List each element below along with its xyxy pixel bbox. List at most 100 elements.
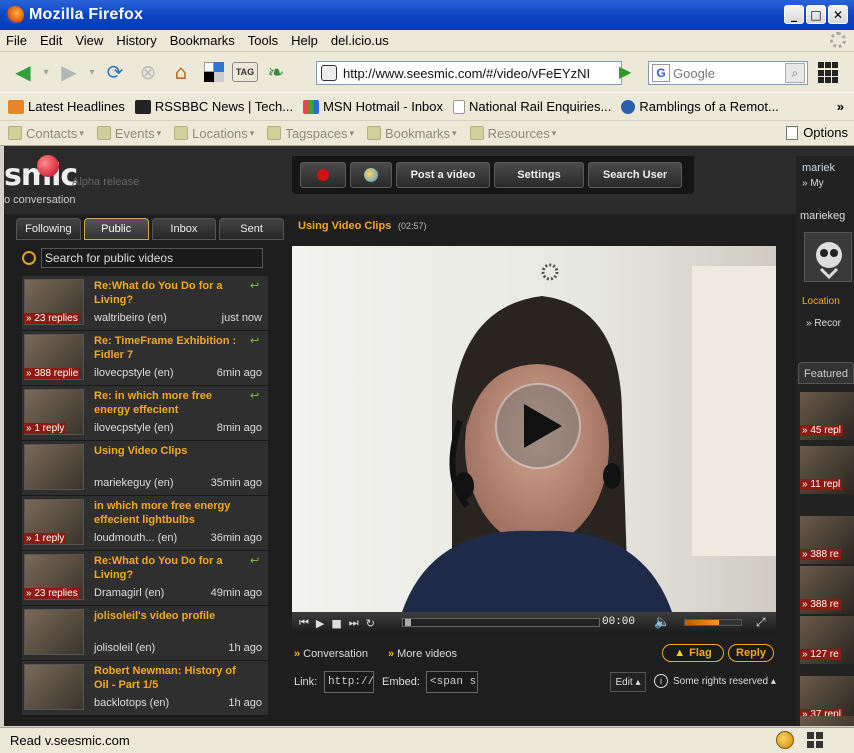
back-icon[interactable]: ◀ [8,57,38,87]
video-author[interactable]: backlotops (en) [94,697,169,709]
stop-icon[interactable]: ⊗ [133,57,163,87]
featured-item[interactable]: » 388 re [800,516,854,564]
bookmark-item[interactable]: RSSBBC News | Tech... [134,99,293,114]
more-videos-link[interactable]: » More videos [388,648,457,660]
video-author[interactable]: waltribeiro (en) [94,312,167,324]
menu-help[interactable]: Help [291,33,318,48]
edit-button[interactable]: Edit ▴ [610,672,646,692]
video-thumbnail[interactable] [24,444,84,490]
video-item-title[interactable]: Robert Newman: History of Oil - Part 1/5 [94,664,242,692]
reload-icon[interactable]: ⟳ [100,57,130,87]
bookmark-item[interactable]: Latest Headlines [8,99,125,114]
volume-icon[interactable]: 🔈 [654,615,670,630]
google-icon[interactable]: G [652,64,670,82]
leaf-icon[interactable]: ❧ [261,57,291,87]
featured-item[interactable]: » 11 repl [800,446,854,494]
video-list-item[interactable]: Robert Newman: History of Oil - Part 1/5… [22,661,268,716]
featured-item[interactable]: » 45 repl [800,392,854,440]
forward-dropdown-icon[interactable]: ▾ [87,57,97,87]
menu-file[interactable]: File [6,33,27,48]
replies-badge[interactable]: » 23 replies [24,588,80,599]
tab-sent[interactable]: Sent [219,218,284,240]
featured-item[interactable]: » 388 re [800,566,854,614]
video-player[interactable] [292,246,776,612]
tab-public[interactable]: Public [83,218,149,240]
video-author[interactable]: loudmouth... (en) [94,532,177,544]
tab-featured[interactable]: Featured [798,362,854,384]
video-list-item[interactable]: jolisoleil's video profile jolisoleil (en… [22,606,268,661]
menu-view[interactable]: View [75,33,103,48]
avatar[interactable] [804,232,852,282]
seesmic-logo[interactable]: smic [4,155,78,193]
video-item-title[interactable]: Re: in which more free energy effecient [94,389,242,417]
volume-slider[interactable] [684,619,742,626]
replies-badge[interactable]: » 45 repl [800,425,843,436]
featured-item[interactable]: » 127 re [800,616,854,664]
go-icon[interactable]: ▶ [619,62,639,84]
replies-badge[interactable]: » 388 re [800,599,841,610]
video-list-item[interactable]: » 23 replies Re:What do You Do for a Livi… [22,276,268,331]
bookmark-item[interactable]: MSN Hotmail - Inbox [303,99,443,114]
progress-knob[interactable] [405,619,411,626]
extension-icon[interactable] [776,731,794,749]
record-link[interactable]: » Recor [806,318,841,329]
video-item-title[interactable]: jolisoleil's video profile [94,609,242,623]
back-dropdown-icon[interactable]: ▾ [41,57,51,87]
home-icon[interactable]: ⌂ [166,57,196,87]
menu-delicious[interactable]: del.icio.us [331,33,389,48]
replies-badge[interactable]: » 127 re [800,649,841,660]
video-item-title[interactable]: Re:What do You Do for a Living? [94,554,242,582]
video-item-title[interactable]: Re: TimeFrame Exhibition : Fidler 7 [94,334,242,362]
video-item-title[interactable]: in which more free energy effecient ligh… [94,499,242,527]
stop-icon[interactable]: ■ [331,617,341,630]
video-list-item[interactable]: Using Video Clips mariekeguy (en) 35min ag… [22,441,268,496]
minimize-button[interactable]: _ [784,5,804,24]
options-button[interactable]: Options [786,125,848,140]
ext-resources[interactable]: Resources ▾ [469,126,556,141]
license-link[interactable]: i Some rights reserved ▴ [654,674,776,688]
settings-button[interactable]: Settings [494,162,584,188]
ext-bookmarks[interactable]: Bookmarks ▾ [367,126,457,141]
menu-tools[interactable]: Tools [248,33,278,48]
video-list-item[interactable]: » 1 reply in which more free energy effec… [22,496,268,551]
public-search-input[interactable] [41,248,263,268]
fullscreen-icon[interactable]: ⤢ [756,615,766,630]
url-bar[interactable]: http://www.seesmic.com/#/video/vFeEYzNI [316,61,622,85]
post-video-button[interactable]: Post a video [396,162,490,188]
video-thumbnail[interactable] [24,664,84,710]
video-author[interactable]: ilovecpstyle (en) [94,367,173,379]
forward-icon[interactable]: ▶ [54,57,84,87]
maximize-button[interactable]: □ [806,5,826,24]
embed-field[interactable]: <span s [426,671,478,693]
replies-badge[interactable]: » 1 reply [24,533,67,544]
replies-badge[interactable]: » 388 replie [24,368,81,379]
globe-button[interactable] [350,162,392,188]
ext-contacts[interactable]: Contacts ▾ [8,126,84,141]
play-icon[interactable]: ▶ [316,617,324,630]
user-name[interactable]: mariek [802,162,835,174]
tab-following[interactable]: Following [16,218,81,240]
ext-tagspaces[interactable]: Tagspaces ▾ [267,126,354,141]
flag-button[interactable]: ▲ Flag [662,644,724,662]
windows-menu-icon[interactable] [818,62,842,84]
bookmark-item[interactable]: National Rail Enquiries... [453,99,611,114]
video-author[interactable]: jolisoleil (en) [94,642,155,654]
reply-button[interactable]: Reply [728,644,774,662]
video-thumbnail[interactable] [24,609,84,655]
delicious-icon[interactable] [199,57,229,87]
search-user-button[interactable]: Search User [588,162,682,188]
close-button[interactable]: ✕ [828,5,848,24]
video-list-item[interactable]: » 23 replies Re:What do You Do for a Livi… [22,551,268,606]
video-item-title[interactable]: Re:What do You Do for a Living? [94,279,242,307]
bookmarks-overflow-icon[interactable]: » [837,99,844,114]
my-link[interactable]: » My [802,178,824,189]
replies-badge[interactable]: » 388 re [800,549,841,560]
replies-badge[interactable]: » 23 replies [24,313,80,324]
ext-locations[interactable]: Locations ▾ [174,126,254,141]
loop-icon[interactable]: ↻ [366,617,375,630]
next-icon[interactable]: ⏭ [349,616,359,630]
progress-track[interactable] [402,618,600,627]
video-author[interactable]: Dramagirl (en) [94,587,164,599]
ext-events[interactable]: Events ▾ [96,126,161,141]
featured-item[interactable]: » 74 repl [800,716,854,726]
